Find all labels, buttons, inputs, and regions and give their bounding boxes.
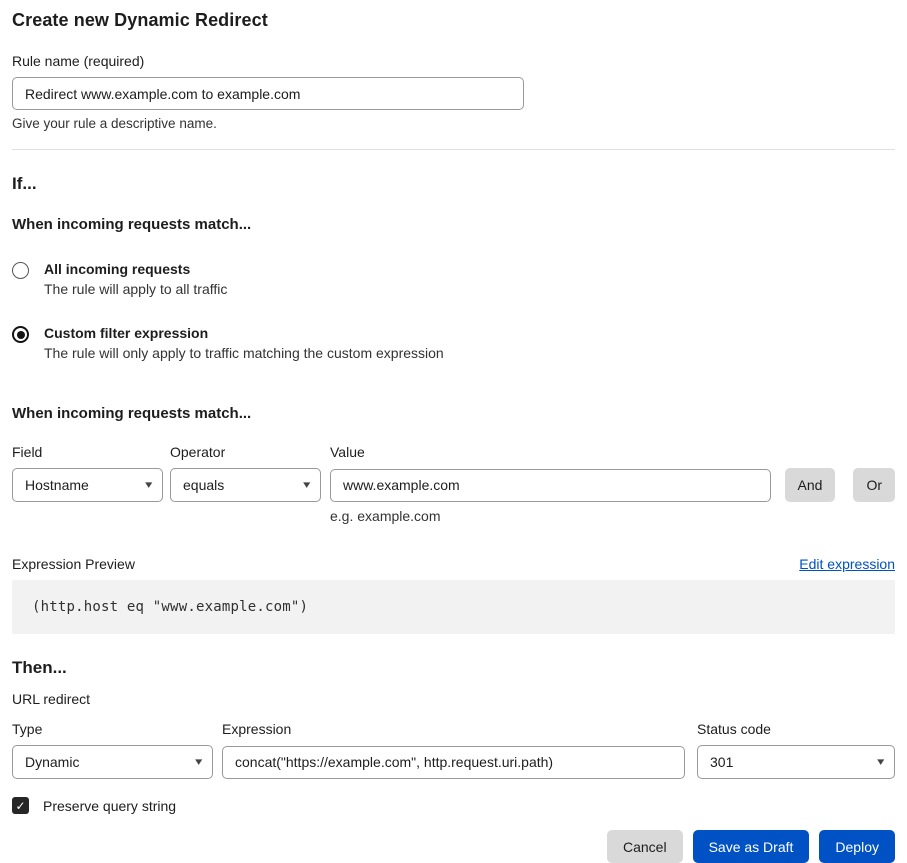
- rule-name-label: Rule name (required): [12, 53, 895, 69]
- radio-label-all-incoming: All incoming requests: [44, 261, 227, 277]
- cancel-button[interactable]: Cancel: [607, 830, 683, 863]
- value-input[interactable]: [330, 469, 771, 502]
- filter-match-heading: When incoming requests match...: [12, 405, 895, 422]
- type-select[interactable]: Dynamic ▾: [12, 745, 213, 779]
- preserve-query-row[interactable]: ✓ Preserve query string: [12, 797, 895, 814]
- radio-desc-custom-filter: The rule will only apply to traffic matc…: [44, 345, 444, 361]
- edit-expression-link[interactable]: Edit expression: [799, 556, 895, 572]
- chevron-down-icon: ▾: [878, 757, 885, 768]
- expression-label: Expression: [222, 721, 697, 737]
- radio-button-custom-filter[interactable]: [12, 326, 29, 343]
- radio-option-all-incoming[interactable]: All incoming requests The rule will appl…: [12, 261, 895, 297]
- operator-select-value: equals: [183, 477, 224, 493]
- value-label: Value: [330, 444, 365, 460]
- url-redirect-label: URL redirect: [12, 691, 895, 707]
- rule-name-help: Give your rule a descriptive name.: [12, 116, 895, 131]
- chevron-down-icon: ▾: [304, 480, 311, 491]
- value-help: e.g. example.com: [330, 508, 895, 524]
- save-draft-button[interactable]: Save as Draft: [693, 830, 810, 863]
- radio-option-custom-filter[interactable]: Custom filter expression The rule will o…: [12, 325, 895, 361]
- radio-button-all-incoming[interactable]: [12, 262, 29, 279]
- status-code-select[interactable]: 301 ▾: [697, 745, 895, 779]
- field-select-value: Hostname: [25, 477, 89, 493]
- chevron-down-icon: ▾: [146, 480, 153, 491]
- create-dynamic-redirect-page: Create new Dynamic Redirect Rule name (r…: [0, 0, 907, 863]
- checkmark-icon: ✓: [15, 799, 25, 813]
- then-heading: Then...: [12, 658, 895, 678]
- type-label: Type: [12, 721, 222, 737]
- expression-preview-label: Expression Preview: [12, 556, 135, 572]
- field-select[interactable]: Hostname ▾: [12, 468, 163, 502]
- status-code-label: Status code: [697, 721, 895, 737]
- preserve-query-label: Preserve query string: [43, 798, 176, 814]
- rule-name-input[interactable]: [12, 77, 524, 110]
- expression-preview-code: (http.host eq "www.example.com"): [12, 580, 895, 634]
- and-button[interactable]: And: [785, 468, 836, 502]
- type-select-value: Dynamic: [25, 754, 79, 770]
- status-code-value: 301: [710, 754, 733, 770]
- chevron-down-icon: ▾: [196, 757, 203, 768]
- match-heading: When incoming requests match...: [12, 216, 895, 233]
- if-heading: If...: [12, 174, 895, 194]
- operator-select[interactable]: equals ▾: [170, 468, 321, 502]
- expression-code-text: (http.host eq "www.example.com"): [32, 599, 308, 615]
- radio-label-custom-filter: Custom filter expression: [44, 325, 444, 341]
- page-title: Create new Dynamic Redirect: [12, 10, 895, 31]
- or-button[interactable]: Or: [853, 468, 895, 502]
- deploy-button[interactable]: Deploy: [819, 830, 895, 863]
- field-label: Field: [12, 444, 170, 460]
- operator-label: Operator: [170, 444, 330, 460]
- preserve-query-checkbox[interactable]: ✓: [12, 797, 29, 814]
- redirect-expression-input[interactable]: [222, 746, 685, 779]
- section-divider: [12, 149, 895, 150]
- radio-desc-all-incoming: The rule will apply to all traffic: [44, 281, 227, 297]
